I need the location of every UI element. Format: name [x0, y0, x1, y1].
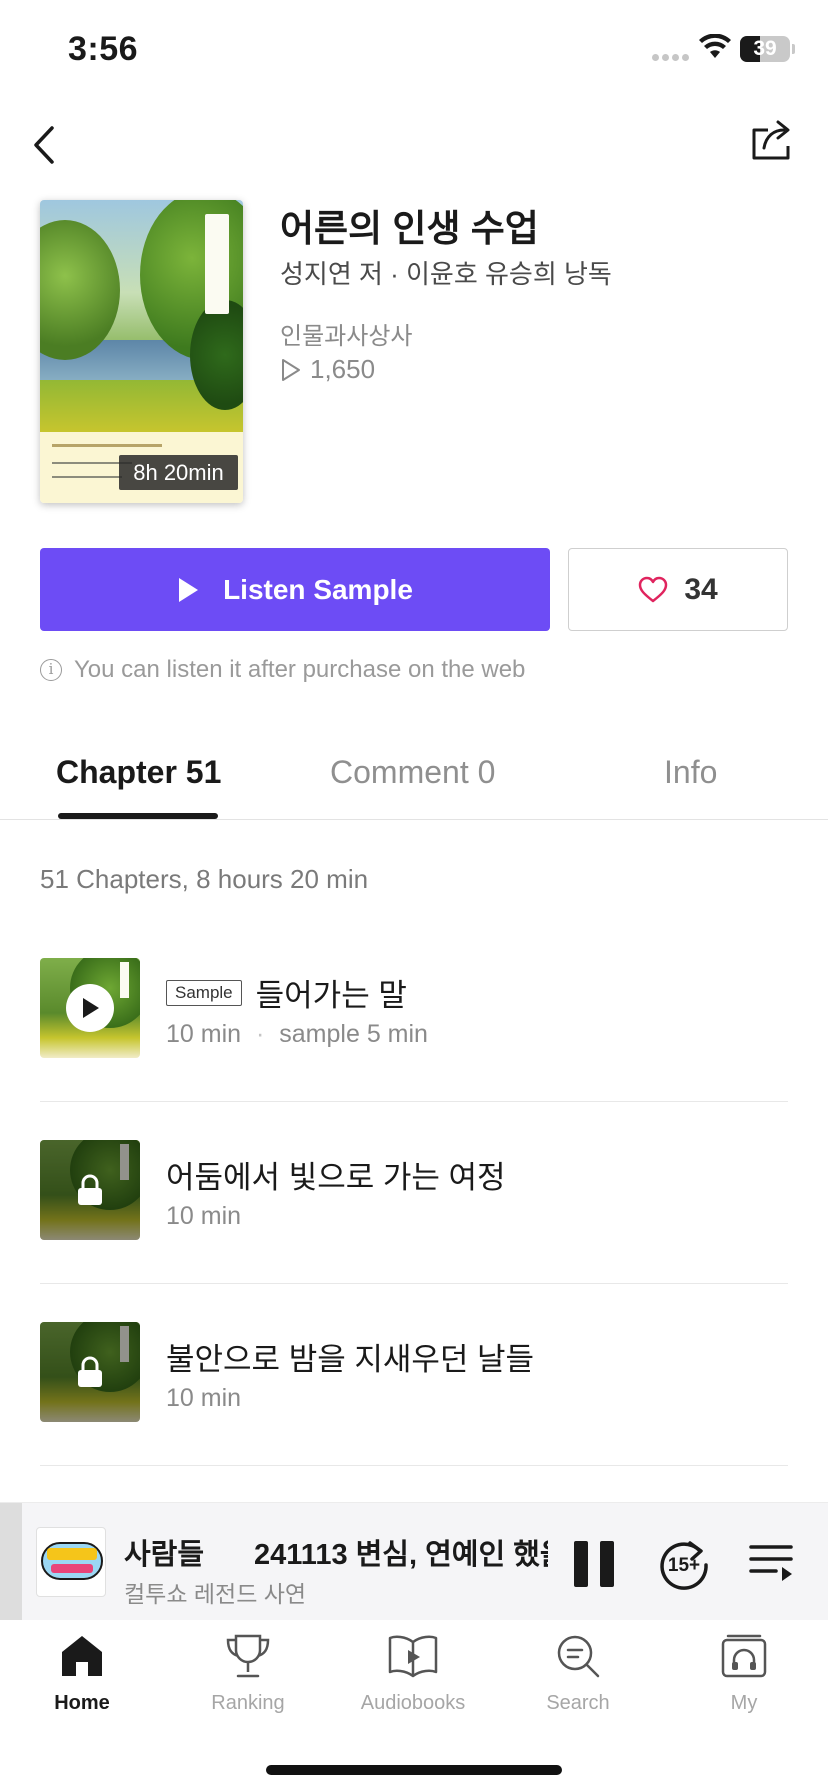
chapter-title-text: 어둠에서 빛으로 가는 여정	[166, 1160, 506, 1195]
nav-search[interactable]: Search	[508, 1632, 648, 1715]
playlist-icon	[749, 1545, 793, 1581]
duration-badge: 8h 20min	[119, 455, 238, 490]
chapter-row[interactable]: 어둠에서 빛으로 가는 여정 10 min	[40, 1102, 788, 1284]
chapter-row[interactable]: 불안으로 밤을 지새우던 날들 10 min	[40, 1284, 788, 1466]
book-authors: 성지연 저 · 이윤호 유승희 낭독	[280, 259, 612, 289]
battery-percent: 39	[753, 37, 777, 60]
play-icon	[179, 577, 199, 602]
home-indicator	[266, 1765, 562, 1775]
purchase-notice: i You can listen it after purchase on th…	[40, 656, 525, 684]
heart-icon	[639, 576, 668, 602]
chapter-title: 불안으로 밤을 지새우던 날들	[166, 1334, 534, 1379]
wifi-icon	[699, 34, 731, 58]
pause-icon	[574, 1541, 588, 1587]
skip-forward-button[interactable]: 15+	[656, 1535, 712, 1591]
skip-forward-15-icon: 15+	[660, 1541, 708, 1590]
chapter-summary: 51 Chapters, 8 hours 20 min	[40, 864, 369, 894]
nav-audiobooks-label: Audiobooks	[360, 1692, 466, 1714]
back-button[interactable]	[28, 120, 64, 170]
mini-player-title-tail: 사람들	[124, 1539, 205, 1571]
nav-ranking-label: Ranking	[211, 1692, 285, 1714]
pause-icon	[600, 1541, 614, 1587]
mini-player[interactable]: 사람들 241113 변심, 연예인 했을 컬투쇼 레전드 사연 15+	[0, 1502, 828, 1621]
book-publisher: 인물과사상사	[280, 323, 413, 350]
tab-chapters[interactable]: Chapter 51	[56, 754, 221, 791]
chevron-left-icon	[34, 126, 54, 164]
pause-button[interactable]	[574, 1541, 616, 1587]
nav-search-label: Search	[546, 1692, 610, 1714]
play-outline-icon	[282, 358, 300, 381]
chapter-duration: 10 min	[166, 1384, 242, 1412]
chapter-sample-duration: sample 5 min	[279, 1020, 428, 1048]
status-time: 3:56	[68, 30, 139, 68]
chapter-row[interactable]: Sample 들어가는 말 10 min · sample 5 min	[40, 920, 788, 1102]
lock-icon	[78, 1174, 102, 1205]
tab-comments[interactable]: Comment 0	[330, 754, 495, 791]
cellular-signal-icon	[652, 54, 689, 61]
mini-player-title: 241113 변심, 연예인 했을	[254, 1539, 548, 1571]
lock-icon	[78, 1356, 102, 1387]
nav-ranking[interactable]: Ranking	[178, 1632, 318, 1715]
play-count: 1,650	[280, 354, 375, 385]
battery-icon: 39	[740, 36, 790, 62]
sample-tag: Sample	[166, 979, 242, 1006]
nav-audiobooks[interactable]: Audiobooks	[343, 1632, 483, 1715]
my-headphones-icon	[721, 1634, 767, 1678]
nav-home[interactable]: Home	[12, 1632, 152, 1715]
chapter-duration: 10 min	[166, 1202, 242, 1230]
status-bar: 3:56 39	[0, 0, 828, 100]
listen-sample-button[interactable]: Listen Sample	[40, 548, 550, 631]
purchase-notice-text: You can listen it after purchase on the …	[74, 656, 526, 683]
tab-bar: Chapter 51 Comment 0 Info	[0, 740, 828, 820]
playlist-button[interactable]	[748, 1541, 794, 1585]
book-icon	[388, 1635, 438, 1678]
chapter-title: 어둠에서 빛으로 가는 여정	[166, 1152, 506, 1197]
chapter-thumbnail	[40, 1322, 140, 1422]
play-count-value: 1,650	[310, 354, 376, 384]
share-button[interactable]	[748, 116, 796, 164]
info-icon: i	[40, 659, 62, 681]
like-button[interactable]: 34	[568, 548, 788, 631]
mini-player-artwork	[36, 1527, 106, 1597]
book-title: 어른의 인생 수업	[280, 208, 539, 249]
chapter-thumbnail	[40, 1140, 140, 1240]
chapter-meta: 10 min · sample 5 min	[166, 1020, 428, 1048]
mini-player-subtitle: 컬투쇼 레전드 사연	[124, 1581, 307, 1607]
nav-my-label: My	[730, 1692, 758, 1714]
tab-info[interactable]: Info	[664, 754, 717, 791]
listen-sample-label: Listen Sample	[223, 573, 413, 605]
chapter-duration: 10 min	[166, 1020, 242, 1048]
chapter-thumbnail	[40, 958, 140, 1058]
chapter-title: Sample 들어가는 말	[166, 970, 407, 1015]
like-count: 34	[684, 572, 718, 606]
chapter-title-text: 불안으로 밤을 지새우던 날들	[166, 1342, 535, 1377]
chapter-title-text: 들어가는 말	[255, 978, 407, 1013]
mini-player-title-marquee: 사람들 241113 변심, 연예인 했을	[124, 1531, 548, 1571]
search-icon	[557, 1635, 600, 1678]
battery-tip	[792, 44, 795, 54]
nav-home-label: Home	[54, 1692, 110, 1714]
play-icon	[83, 998, 99, 1018]
nav-my[interactable]: My	[674, 1632, 814, 1715]
home-icon	[62, 1636, 102, 1676]
active-tab-indicator	[58, 813, 218, 819]
skip-forward-label: 15+	[668, 1555, 700, 1576]
mini-player-edge	[0, 1503, 22, 1621]
play-chapter-button[interactable]	[66, 984, 114, 1032]
trophy-icon	[226, 1634, 270, 1678]
share-icon	[752, 120, 790, 160]
